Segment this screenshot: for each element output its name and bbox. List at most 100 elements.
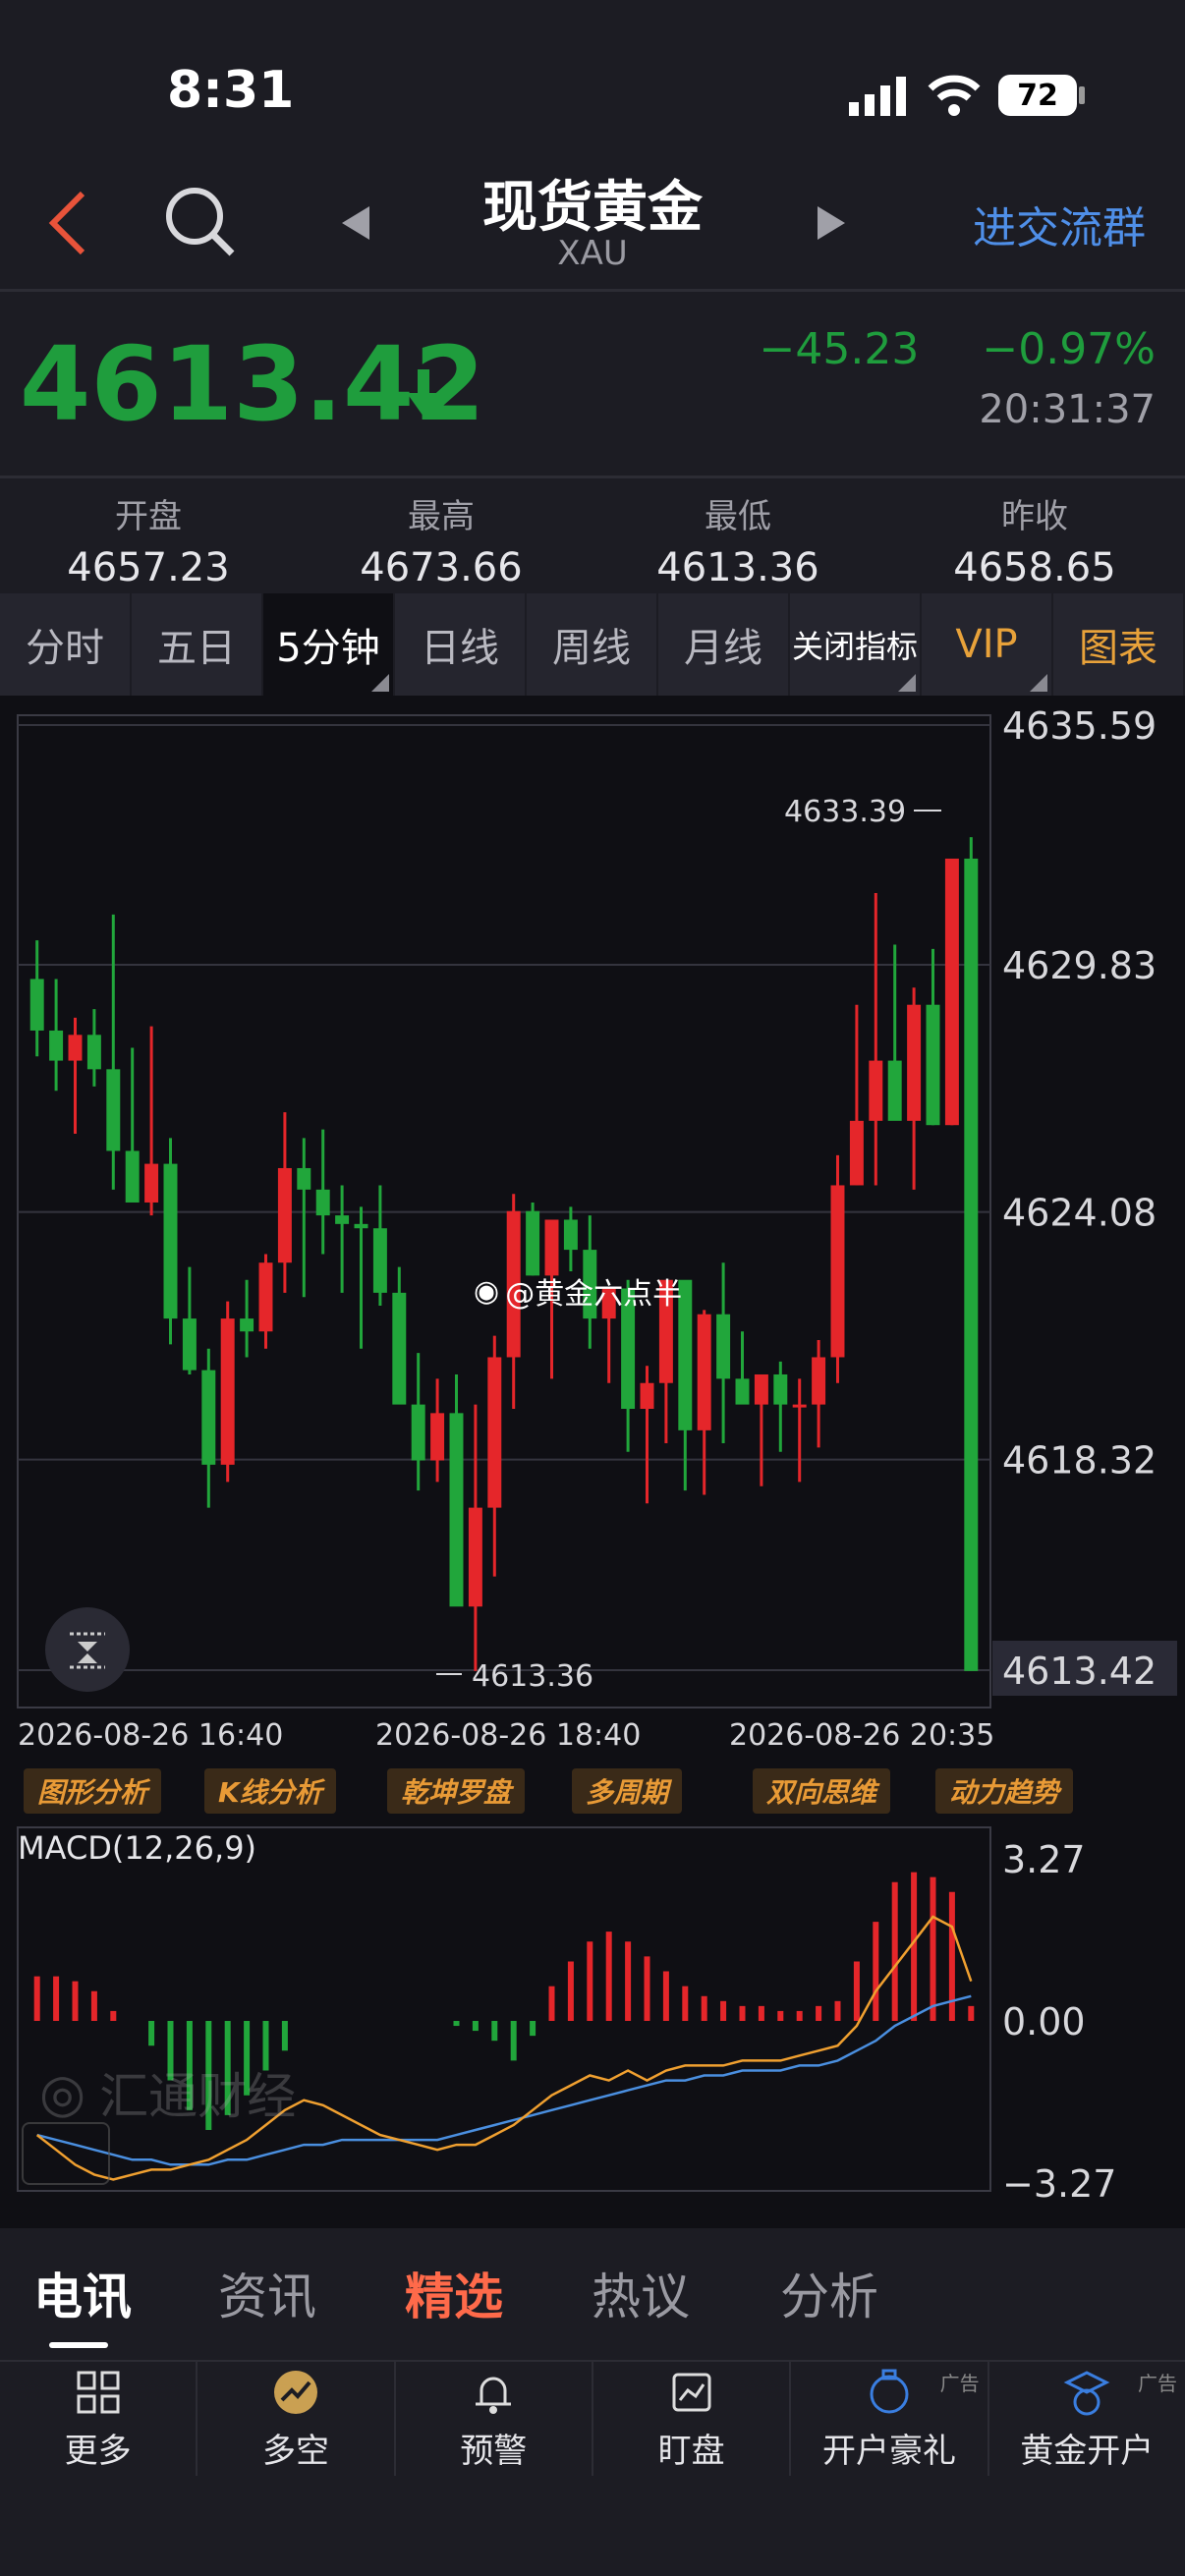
candle-body	[544, 1219, 559, 1276]
feature-kline-analysis-button[interactable]: K线分析	[204, 1768, 336, 1814]
high-annotation: 4633.39	[784, 795, 906, 829]
feature-multi-period-button[interactable]: 多周期	[572, 1768, 683, 1814]
tab-weekly[interactable]: 周线	[527, 593, 658, 696]
account-icon	[1063, 2370, 1110, 2415]
candle-body	[392, 1292, 407, 1405]
y-tick-label: 4635.59	[1002, 704, 1157, 748]
brand-logo-icon: ◎	[39, 2061, 86, 2124]
price-change: −45.23 −0.97%	[760, 324, 1157, 374]
tab-five-day[interactable]: 五日	[132, 593, 263, 696]
gold-account-button[interactable]: 广告 黄金开户	[989, 2362, 1185, 2476]
signal-icon	[849, 77, 906, 116]
candle-body	[449, 1413, 464, 1607]
tab-monthly[interactable]: 月线	[658, 593, 790, 696]
tab-5min[interactable]: 5分钟	[263, 593, 395, 696]
candle-body	[49, 1030, 64, 1061]
dropdown-corner-icon	[371, 674, 389, 692]
ohlc-open: 开盘 4657.23	[0, 489, 297, 590]
watermark: ◉ @黄金六点半	[474, 1273, 683, 1313]
candle-body	[526, 1210, 540, 1276]
dropdown-corner-icon	[898, 674, 916, 692]
brand-watermark: ◎ 汇通财经	[39, 2061, 297, 2126]
alert-button[interactable]: 预警	[396, 2362, 593, 2476]
next-arrow-icon[interactable]	[816, 206, 845, 240]
tab-analysis[interactable]: 分析	[780, 2258, 878, 2328]
macd-y-tick-label: −3.27	[1002, 2162, 1116, 2206]
candle-body	[258, 1262, 273, 1332]
period-tabs: 分时 五日 5分钟 日线 周线 月线 关闭指标 VIP 图表	[0, 593, 1185, 696]
candle-body	[468, 1507, 482, 1607]
monitor-icon	[672, 2373, 711, 2411]
macd-dif-line	[35, 1915, 973, 2181]
y-tick-label: 4613.42	[1002, 1650, 1157, 1693]
candle-body	[201, 1370, 216, 1465]
quote-time: 20:31:37	[979, 387, 1156, 432]
status-bar: 8:31 72	[0, 0, 1185, 187]
low-annotation: 4613.36	[472, 1659, 593, 1694]
feature-momentum-button[interactable]: 动力趋势	[935, 1768, 1074, 1814]
ohlc-value: 4673.66	[360, 545, 523, 590]
candle-body	[182, 1318, 197, 1371]
battery-tip	[1079, 86, 1085, 104]
more-button[interactable]: 更多	[0, 2362, 198, 2476]
open-account-gift-button[interactable]: 广告 开户豪礼	[791, 2362, 989, 2476]
candle-body	[926, 1004, 940, 1126]
candle-body	[849, 1120, 864, 1186]
chart-tool-button[interactable]	[45, 1607, 130, 1692]
ohlc-label: 最低	[705, 497, 771, 536]
candle-body	[964, 858, 979, 1671]
macd-y-tick-label: 3.27	[1002, 1838, 1086, 1881]
x-tick-label: 2026-08-26 18:40	[375, 1718, 641, 1753]
ad-badge: 广告	[939, 2372, 980, 2395]
feature-compass-button[interactable]: 乾坤罗盘	[387, 1768, 526, 1814]
screen-toggle-icon[interactable]	[22, 2122, 110, 2185]
candle-body	[887, 1060, 902, 1121]
tab-daily[interactable]: 日线	[395, 593, 527, 696]
tab-news[interactable]: 资讯	[218, 2258, 316, 2328]
feature-pattern-analysis-button[interactable]: 图形分析	[24, 1768, 162, 1814]
candle-body	[907, 1004, 922, 1121]
candle-body	[335, 1215, 350, 1224]
tab-intraday[interactable]: 分时	[0, 593, 132, 696]
tab-vip[interactable]: VIP	[922, 593, 1053, 696]
change-percent: −0.97%	[982, 324, 1156, 374]
ohlc-label: 昨收	[1001, 497, 1068, 536]
tab-discussion[interactable]: 热议	[592, 2258, 690, 2328]
status-time: 8:31	[167, 61, 295, 120]
join-group-button[interactable]: 进交流群	[973, 193, 1146, 255]
candle-body	[487, 1357, 502, 1508]
gift-icon	[870, 2369, 909, 2413]
candle-body	[277, 1167, 292, 1263]
candle-body	[297, 1167, 311, 1190]
header-divider	[0, 289, 1185, 292]
candle-body	[106, 1069, 121, 1151]
candle-body	[86, 1035, 101, 1070]
feature-two-way-button[interactable]: 双向思维	[753, 1768, 891, 1814]
candle-body	[29, 979, 44, 1031]
tab-telegraph[interactable]: 电讯	[33, 2258, 132, 2328]
kline-chart[interactable]: 4635.59 4629.83 4624.08 4618.32 4613.42 4633.…	[0, 696, 1185, 2228]
ad-badge: 广告	[1137, 2372, 1177, 2395]
tab-featured[interactable]: 精选	[405, 2258, 503, 2328]
tab-close-indicator[interactable]: 关闭指标	[790, 593, 922, 696]
macd-y-tick-label: 0.00	[1002, 2000, 1086, 2044]
ohlc-low: 最低 4613.36	[590, 489, 886, 590]
candle-body	[792, 1404, 807, 1408]
candle-body	[697, 1314, 711, 1430]
candle-body	[869, 1060, 883, 1121]
candle-body	[735, 1378, 750, 1405]
long-short-button[interactable]: 多空	[198, 2362, 396, 2476]
candle-body	[640, 1382, 654, 1409]
watch-button[interactable]: 盯盘	[593, 2362, 792, 2476]
candle-body	[754, 1373, 768, 1405]
candle-body	[220, 1318, 235, 1465]
ohlc-prev-close: 昨收 4658.65	[886, 489, 1183, 590]
candle-body	[944, 858, 959, 1126]
candle-body	[68, 1035, 83, 1061]
change-value: −45.23	[759, 324, 920, 374]
grid-icon	[77, 2371, 120, 2413]
down-arrow-icon	[407, 369, 440, 417]
x-tick-label: 2026-08-26 16:40	[18, 1718, 283, 1753]
tab-chart[interactable]: 图表	[1053, 593, 1185, 696]
ohlc-value: 4613.36	[656, 545, 819, 590]
